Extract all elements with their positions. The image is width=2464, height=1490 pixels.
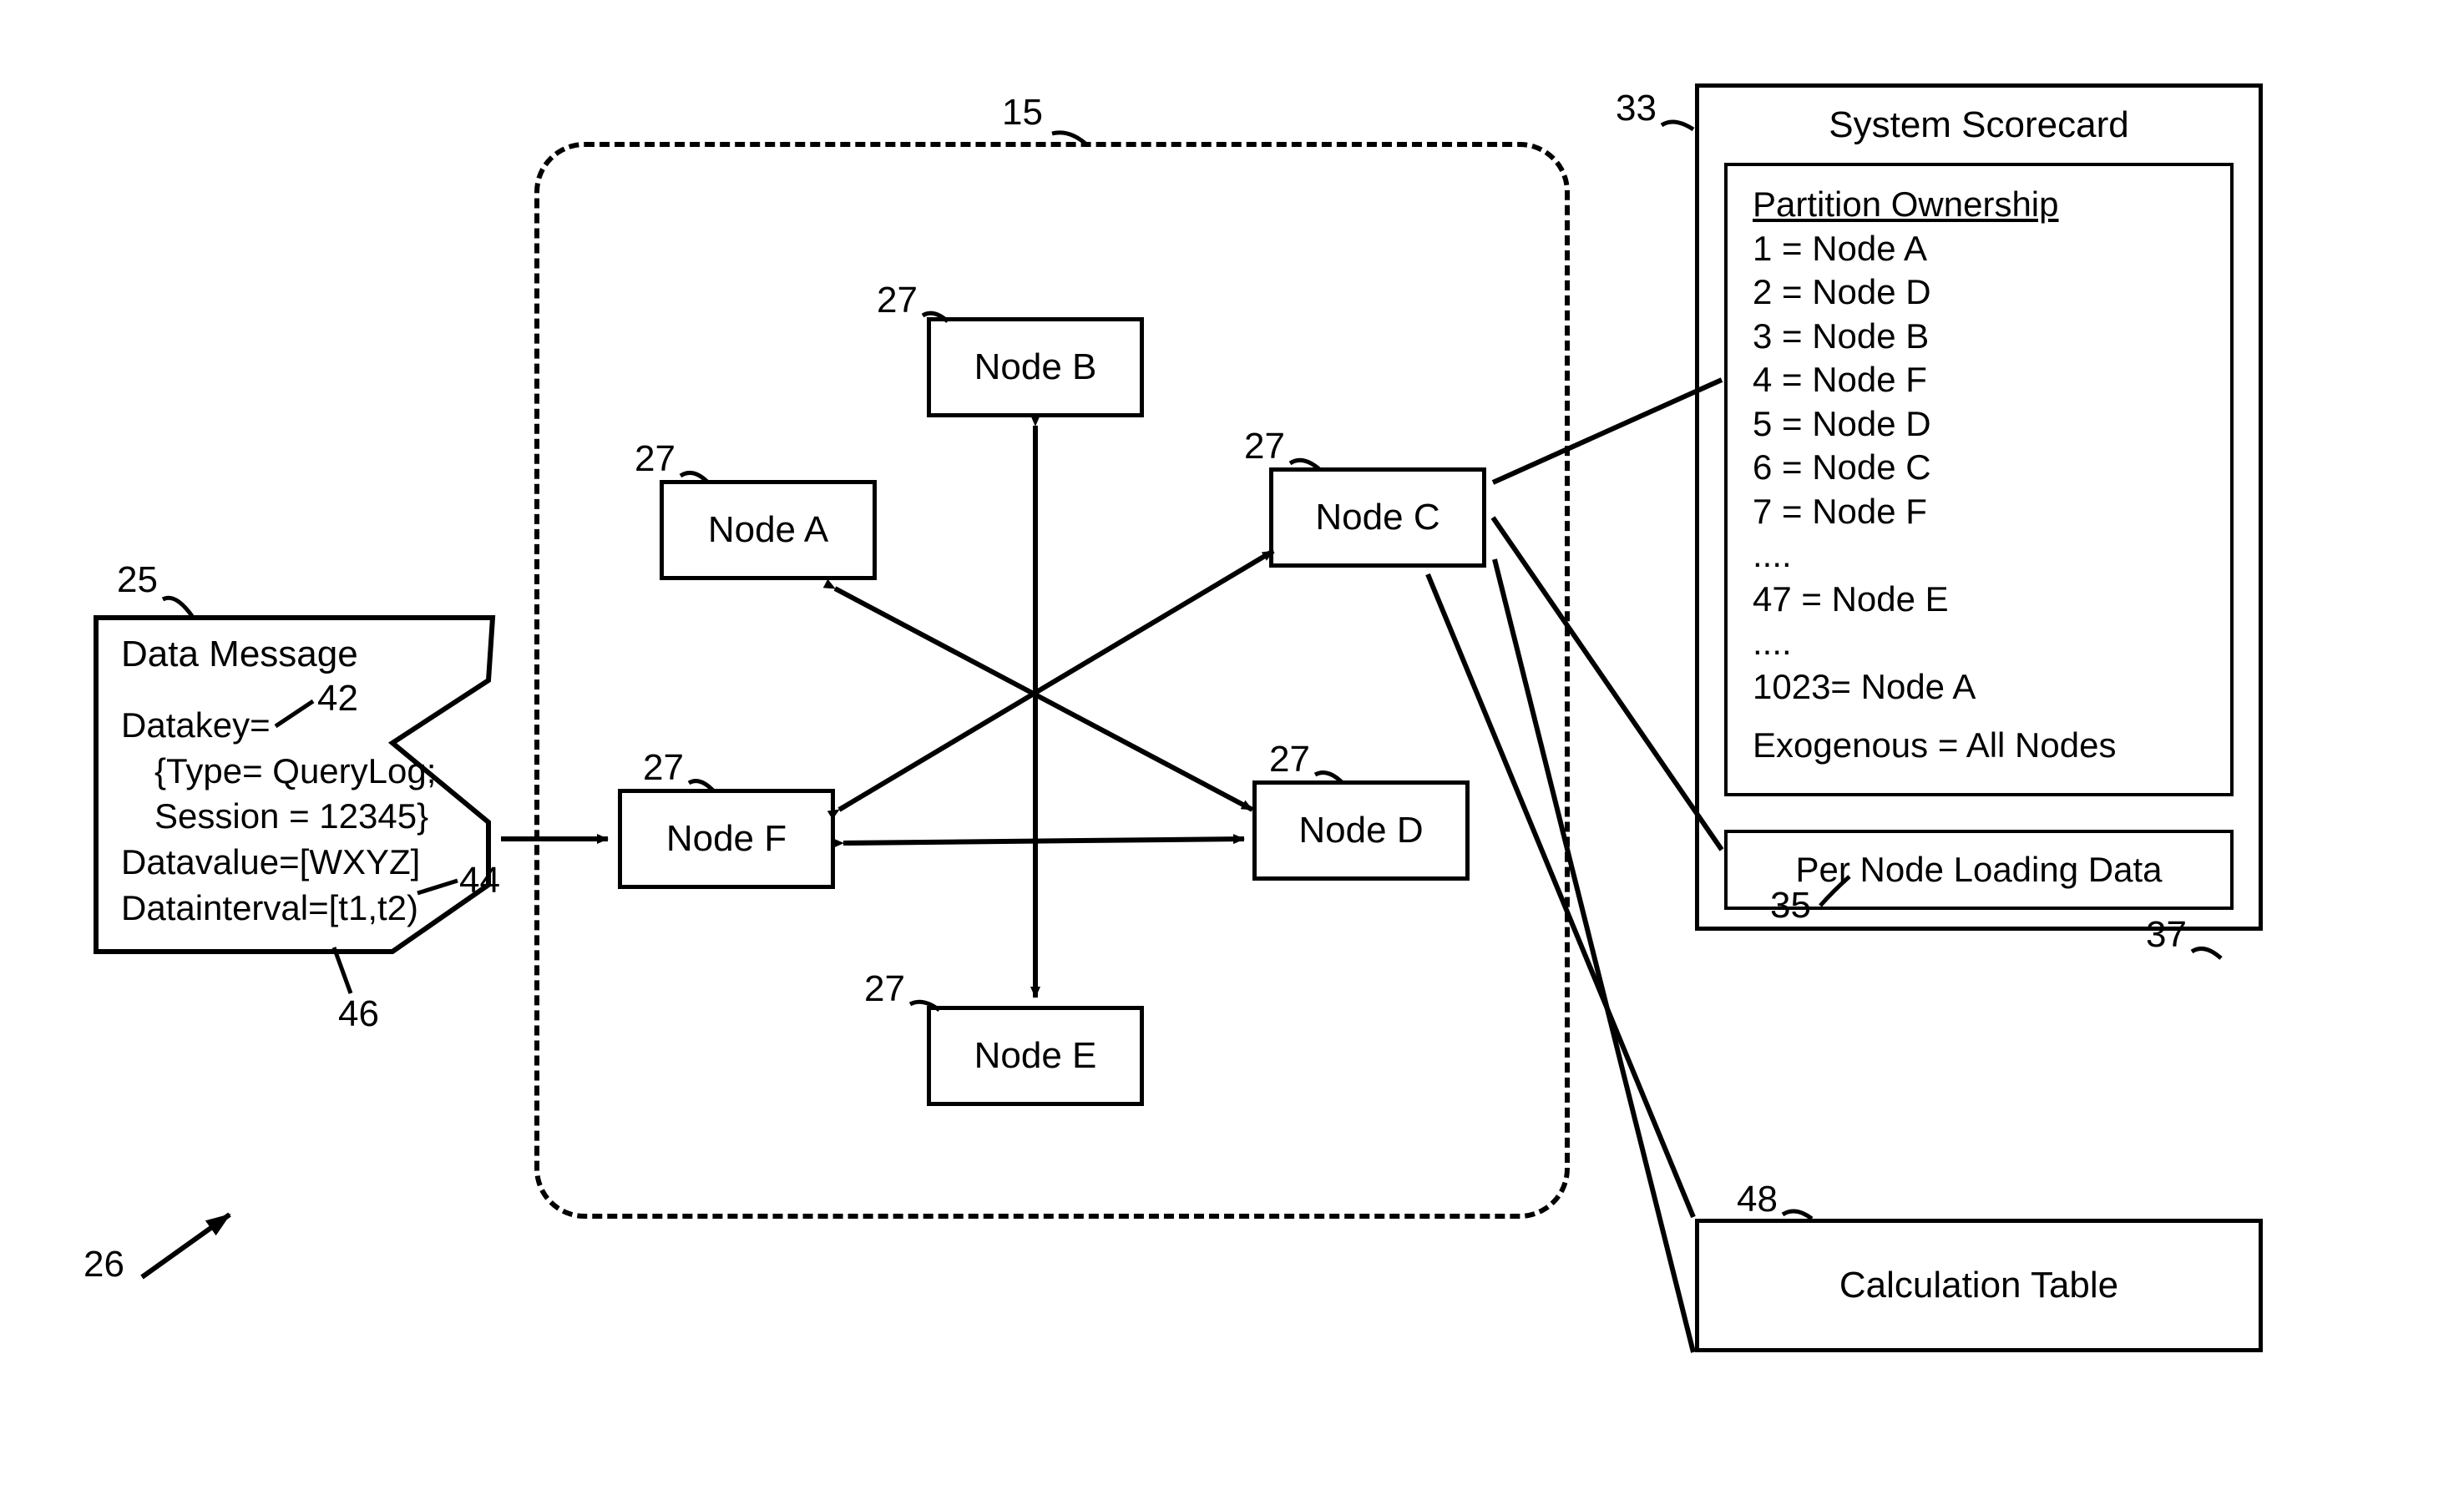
partition-ownership-box: Partition Ownership 1 = Node A 2 = Node … — [1724, 163, 2234, 796]
node-e-box: Node E — [927, 1006, 1144, 1106]
node-e-label: Node E — [974, 1035, 1097, 1077]
scorecard-title: System Scorecard — [1724, 104, 2234, 146]
node-a-box: Node A — [660, 480, 877, 580]
ref-26: 26 — [83, 1244, 124, 1285]
diagram-canvas: Node B Node A Node C Node F Node D Node … — [0, 0, 2464, 1490]
ref-33: 33 — [1616, 88, 1657, 129]
type-line: {Type= QueryLog; — [121, 749, 505, 795]
partition-row: 4 = Node F — [1753, 358, 2205, 402]
ref-48: 48 — [1737, 1179, 1778, 1220]
ref-27-d: 27 — [1269, 739, 1310, 780]
datakey-line: Datakey= — [121, 703, 505, 749]
node-f-label: Node F — [666, 818, 787, 860]
node-b-box: Node B — [927, 317, 1144, 417]
partition-row: 6 = Node C — [1753, 446, 2205, 490]
partition-heading: Partition Ownership — [1753, 183, 2205, 227]
per-node-label: Per Node Loading Data — [1796, 850, 2163, 889]
calculation-table-label: Calculation Table — [1839, 1265, 2118, 1306]
partition-row: .... — [1753, 533, 2205, 578]
node-b-label: Node B — [974, 346, 1097, 388]
node-d-label: Node D — [1298, 810, 1423, 851]
ref-27-c: 27 — [1244, 426, 1285, 467]
ref-46: 46 — [338, 993, 379, 1035]
node-f-box: Node F — [618, 789, 835, 889]
ref-27-a: 27 — [635, 438, 675, 480]
ref-37: 37 — [2146, 914, 2187, 956]
ref-35: 35 — [1770, 885, 1811, 927]
partition-row: 1023= Node A — [1753, 665, 2205, 710]
node-c-label: Node C — [1315, 497, 1439, 538]
partition-row: 5 = Node D — [1753, 402, 2205, 447]
ref-44: 44 — [459, 860, 500, 902]
system-scorecard-box: System Scorecard Partition Ownership 1 =… — [1695, 83, 2263, 931]
node-c-box: Node C — [1269, 467, 1486, 568]
ref-25: 25 — [117, 559, 158, 601]
partition-row: 3 = Node B — [1753, 315, 2205, 359]
node-a-label: Node A — [708, 509, 828, 551]
exogenous-line: Exogenous = All Nodes — [1753, 724, 2205, 768]
partition-row: 1 = Node A — [1753, 227, 2205, 271]
node-d-box: Node D — [1252, 780, 1470, 881]
partition-row: 7 = Node F — [1753, 490, 2205, 534]
ref-42: 42 — [317, 678, 358, 720]
data-message-title: Data Message — [121, 630, 505, 678]
ref-27-e: 27 — [864, 968, 905, 1010]
calculation-table-box: Calculation Table — [1695, 1219, 2263, 1352]
datavalue-line: Datavalue=[WXYZ] — [121, 840, 505, 886]
partition-row: 2 = Node D — [1753, 270, 2205, 315]
ref-27-b: 27 — [877, 280, 918, 321]
ref-27-f: 27 — [643, 747, 684, 789]
partition-row: .... — [1753, 621, 2205, 665]
partition-row: 47 = Node E — [1753, 578, 2205, 622]
data-message-block: Data Message Datakey= {Type= QueryLog; S… — [121, 630, 505, 931]
datainterval-line: Datainterval=[t1,t2) — [121, 886, 505, 932]
session-line: Session = 12345} — [121, 794, 505, 840]
ref-15: 15 — [1002, 92, 1043, 134]
